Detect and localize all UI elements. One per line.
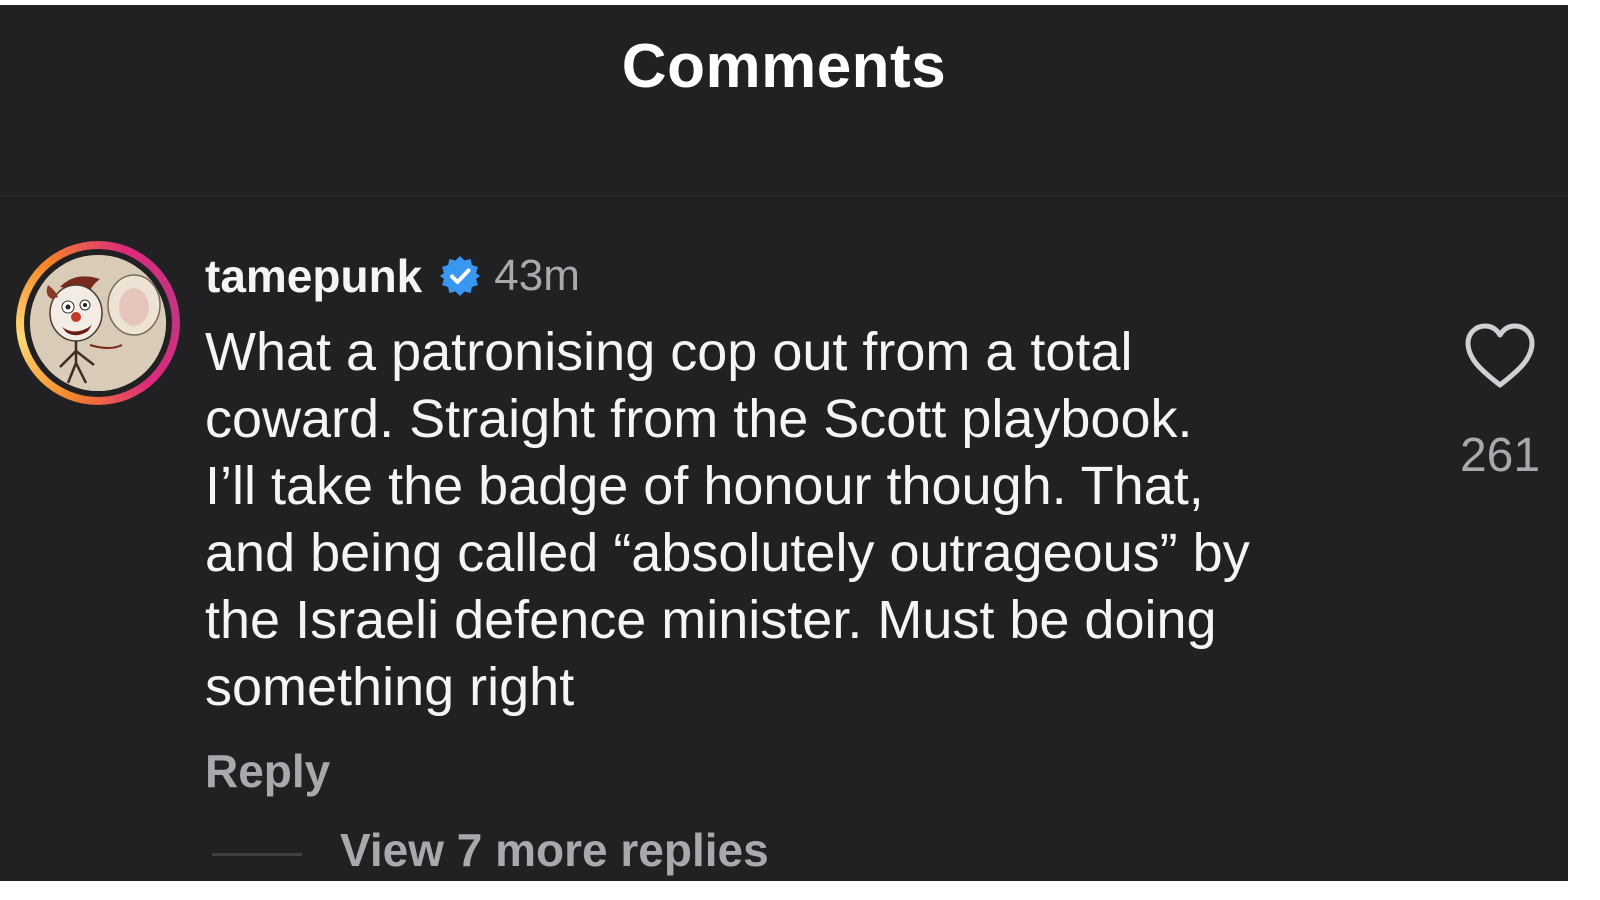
replies-divider	[212, 853, 302, 856]
verified-badge-icon	[438, 254, 482, 298]
story-ring[interactable]	[16, 241, 180, 405]
page-title: Comments	[621, 32, 947, 101]
comment-header: tamepunk 43m	[205, 246, 580, 306]
comment-text: What a patronising cop out from a total …	[205, 322, 1250, 717]
comments-screen: Comments tamepunk 43m What a patronising…	[0, 5, 1568, 881]
avatar[interactable]	[30, 255, 166, 391]
username[interactable]: tamepunk	[205, 249, 422, 303]
like-count: 261	[1459, 429, 1541, 482]
heart-outline-icon[interactable]	[1462, 321, 1538, 391]
reply-button[interactable]: Reply	[205, 744, 330, 798]
avatar-illustration	[30, 255, 166, 391]
view-more-replies-button[interactable]: View 7 more replies	[340, 823, 769, 877]
comment-timestamp: 43m	[494, 251, 580, 300]
comments-header: Comments	[0, 5, 1568, 196]
comment-item: tamepunk 43m What a patronising cop out …	[0, 196, 1568, 881]
